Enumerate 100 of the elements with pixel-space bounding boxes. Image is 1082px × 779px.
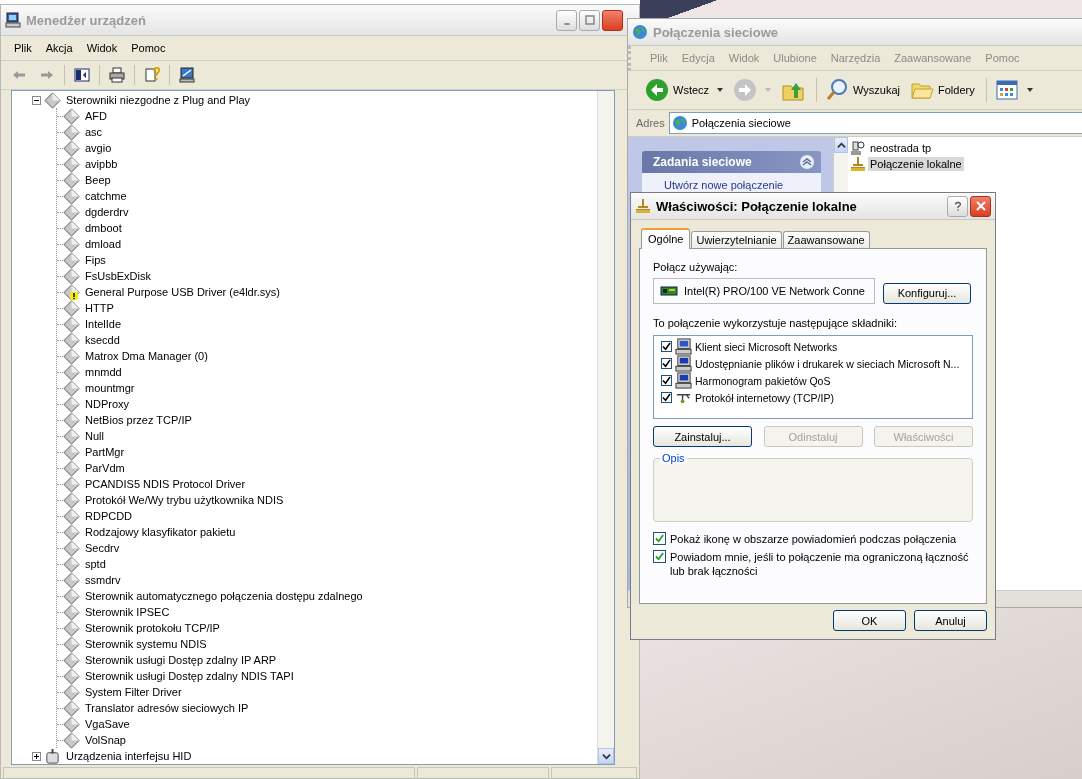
pane-toggle-icon[interactable] [74, 67, 90, 83]
tree-item[interactable]: dgderdrv [85, 206, 129, 218]
configure-button[interactable]: Konfiguruj... [883, 282, 971, 304]
checkbox[interactable] [661, 341, 672, 352]
diamond-icon [63, 427, 80, 445]
diamond-icon [63, 155, 80, 173]
printer-icon[interactable] [109, 67, 125, 83]
tree-item[interactable]: ksecdd [85, 334, 120, 346]
tab[interactable]: Uwierzytelnianie [691, 231, 782, 248]
tree-item[interactable]: IntelIde [85, 318, 122, 330]
tree-item[interactable]: Fips [85, 254, 106, 266]
back-button[interactable]: Wstecz [642, 78, 727, 102]
folders-button[interactable]: Foldery [907, 78, 978, 102]
tree-item[interactable]: VgaSave [85, 718, 130, 730]
tree-item[interactable]: Sterownik protokołu TCP/IP [85, 622, 220, 634]
computer-scan-icon[interactable] [179, 67, 195, 83]
tree-item[interactable]: Urządzenia interfejsu HID [66, 750, 192, 762]
scrollbar[interactable] [597, 91, 614, 764]
tree-item[interactable]: asc [85, 126, 103, 138]
menu-item[interactable]: Widok [79, 42, 125, 54]
tree-item[interactable]: NDProxy [85, 398, 129, 410]
tree-item[interactable]: mnmdd [85, 366, 122, 378]
tree-item[interactable]: Null [85, 430, 104, 442]
diamond-icon [63, 395, 80, 413]
tree-item[interactable]: FsUsbExDisk [85, 270, 151, 282]
tree-item[interactable]: Sterownik usługi Dostęp zdalny IP ARP [85, 654, 277, 666]
menu-item[interactable]: Pomoc [124, 42, 173, 54]
views-button[interactable] [985, 78, 1036, 102]
tree-item[interactable]: avgio [85, 142, 112, 154]
tree-item[interactable]: PCANDIS5 NDIS Protocol Driver [85, 478, 246, 490]
panel-header[interactable]: Zadania sieciowe [642, 151, 821, 173]
tree-item[interactable]: VolSnap [85, 734, 126, 746]
tree-item[interactable]: catchme [85, 190, 127, 202]
connection-item[interactable]: neostrada tp [868, 141, 934, 155]
checkbox[interactable] [661, 358, 672, 369]
component-item[interactable]: Harmonogram pakietów QoS [695, 374, 831, 387]
tree-item[interactable]: Translator adresów sieciowych IP [85, 702, 249, 714]
computer-icon [5, 12, 21, 28]
component-item[interactable]: Udostępnianie plików i drukarek w sieciach Microsoft N... [695, 357, 960, 370]
diamond-icon [63, 379, 80, 397]
diamond-icon [63, 123, 80, 141]
tree-item[interactable]: Secdrv [85, 542, 120, 554]
tree-item[interactable]: HTTP [85, 302, 114, 314]
dialog-button[interactable]: Anuluj [914, 610, 987, 631]
tree-item[interactable]: Beep [85, 174, 111, 186]
tree-item[interactable]: Sterowniki niezgodne z Plug and Play [66, 94, 251, 106]
tree-item[interactable]: Rodzajowy klasyfikator pakietu [85, 526, 236, 538]
network-card-icon [660, 285, 678, 297]
close-button[interactable] [602, 9, 623, 31]
checkbox[interactable] [653, 532, 666, 545]
tab[interactable]: Ogólne [641, 228, 691, 249]
diamond-icon [63, 443, 80, 461]
close-button[interactable] [970, 195, 991, 217]
tree-item[interactable]: dmboot [85, 222, 122, 234]
component-button[interactable]: Zainstaluj... [653, 426, 752, 447]
connection-item[interactable]: Połączenie lokalne [868, 157, 964, 171]
tree-item[interactable]: avipbb [85, 158, 118, 170]
tree-item[interactable]: dmload [85, 238, 122, 250]
checkbox[interactable] [661, 392, 672, 403]
tree-item[interactable]: sptd [85, 558, 106, 570]
search-button[interactable]: Wyszukaj [816, 78, 904, 102]
menu-item[interactable]: Plik [7, 42, 39, 54]
expand-toggle[interactable] [32, 751, 41, 761]
tree-item[interactable]: Sterownik usługi Dostęp zdalny NDIS TAPI [85, 670, 294, 682]
scroll-down-icon[interactable] [601, 751, 611, 761]
tree-item[interactable]: AFD [85, 110, 107, 122]
tree-item[interactable]: Matrox Dma Manager (0) [85, 350, 208, 362]
tree-item[interactable]: NetBios przez TCP/IP [85, 414, 192, 426]
tree-item[interactable]: ssmdrv [85, 574, 121, 586]
expand-toggle[interactable] [32, 95, 41, 105]
tree-item[interactable]: Sterownik IPSEC [85, 606, 170, 618]
tab[interactable]: Zaawansowane [782, 231, 870, 248]
component-item[interactable]: Protokół internetowy (TCP/IP) [695, 391, 834, 404]
tree-item[interactable]: RDPCDD [85, 510, 133, 522]
tree-item[interactable]: Protokół We/Wy trybu użytkownika NDIS [85, 494, 284, 506]
tree-item[interactable]: PartMgr [85, 446, 125, 458]
address-field[interactable]: Połączenia sieciowe [668, 112, 1082, 134]
tree-item[interactable]: General Purpose USB Driver (e4ldr.sys) [85, 286, 280, 298]
checkbox[interactable] [661, 375, 672, 386]
help-properties-icon[interactable] [144, 67, 160, 83]
tree-item[interactable]: ParVdm [85, 462, 125, 474]
component-item[interactable]: Klient sieci Microsoft Networks [695, 340, 838, 353]
checkbox[interactable] [653, 550, 666, 563]
diamond-icon [63, 699, 80, 717]
service-computer-icon [675, 355, 692, 372]
diamond-icon [63, 571, 80, 589]
menu-item[interactable]: Akcja [38, 42, 80, 54]
diamond-icon [63, 331, 80, 349]
tree-item[interactable]: mountmgr [85, 382, 135, 394]
help-button[interactable] [947, 195, 968, 217]
tree-item[interactable]: Sterownik automatycznego połączenia dostępu zdalnego [85, 590, 363, 602]
lan-connection-icon [850, 156, 866, 172]
diamond-icon [63, 363, 80, 381]
tree-item[interactable]: Sterownik systemu NDIS [85, 638, 207, 650]
dialog-button[interactable]: OK [833, 610, 906, 631]
diamond-icon [63, 715, 80, 733]
tree-item[interactable]: System Filter Driver [85, 686, 182, 698]
scroll-up-icon[interactable] [836, 140, 846, 150]
diamond-icon [63, 555, 80, 573]
maximize-button[interactable] [579, 9, 600, 31]
